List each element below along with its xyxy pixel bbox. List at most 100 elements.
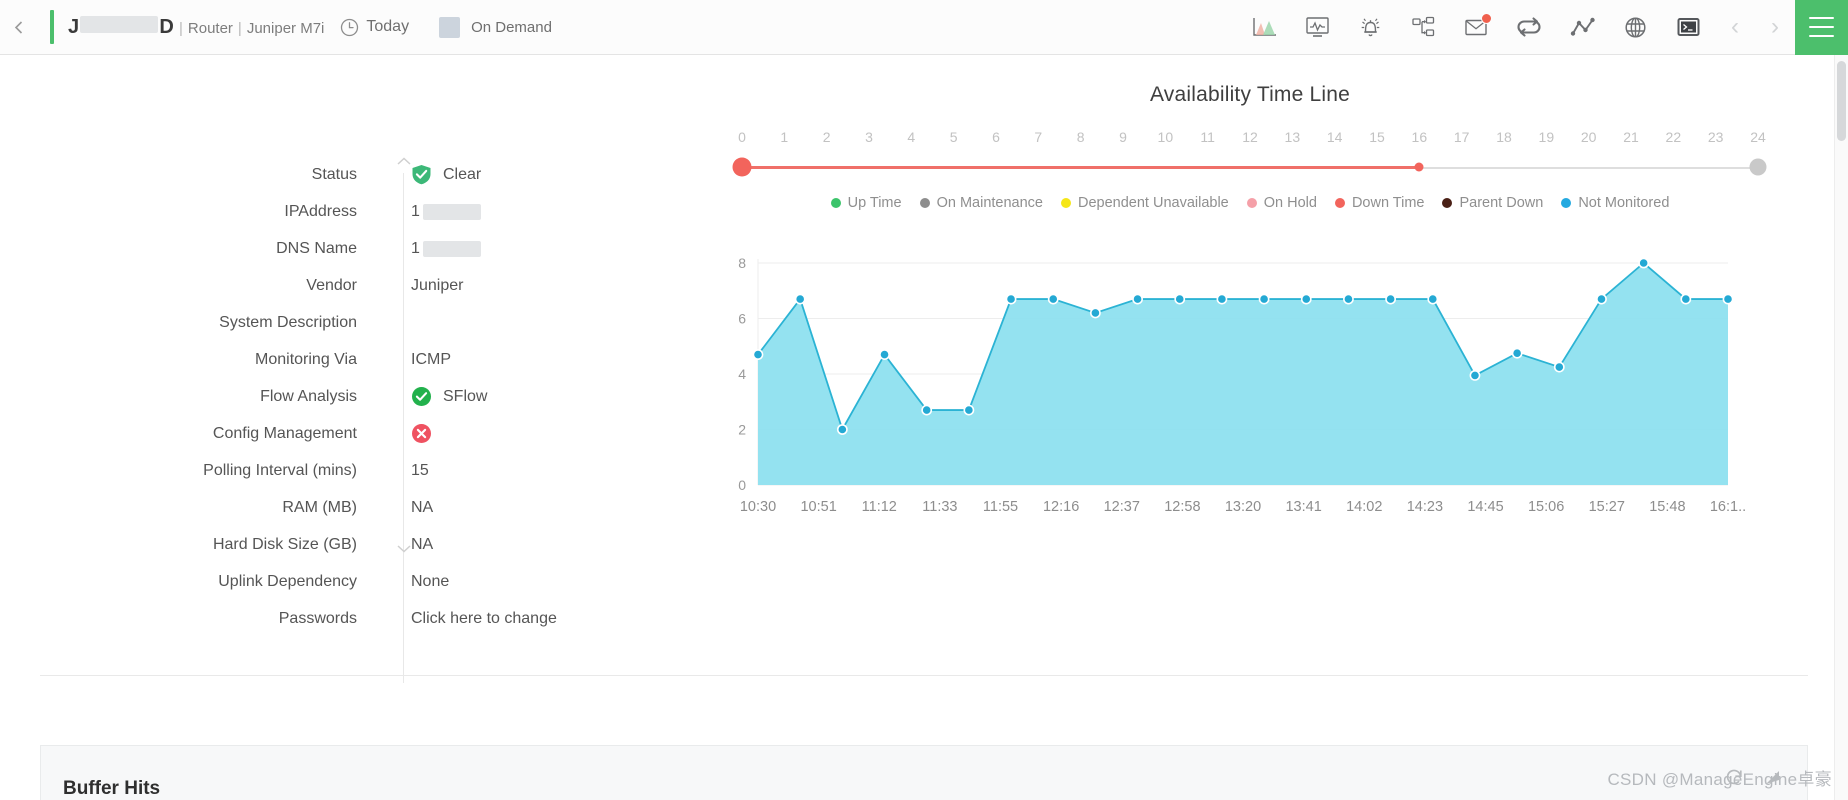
svg-text:0: 0 (738, 477, 746, 493)
availability-title: Availability Time Line (1149, 83, 1351, 106)
detail-value-text: Juniper (411, 276, 464, 294)
detail-label: Vendor (306, 276, 357, 294)
detail-value-text: Clear (443, 165, 482, 183)
svg-text:4: 4 (738, 366, 746, 382)
timeline-marker[interactable] (1749, 158, 1767, 176)
chevron-down-icon[interactable] (393, 543, 415, 557)
loop-arrows-icon[interactable] (1503, 0, 1556, 55)
legend-color-dot (1061, 198, 1071, 208)
area-chart-icon[interactable] (1238, 0, 1291, 55)
detail-value-text: Click here to change (411, 609, 557, 627)
device-name-suffix: D (159, 15, 174, 38)
legend-item[interactable]: Up Time (830, 195, 902, 211)
value-redaction (422, 240, 481, 257)
check-circle-icon (411, 386, 432, 407)
svg-text:15:06: 15:06 (1528, 499, 1564, 515)
value-redaction (422, 203, 481, 220)
legend-item[interactable]: Parent Down (1442, 195, 1543, 211)
timeline-marker[interactable] (1414, 162, 1424, 172)
terminal-icon[interactable] (1662, 0, 1715, 55)
check-shield-icon (411, 164, 432, 185)
detail-label: System Description (219, 313, 357, 331)
detail-value-text: None (411, 572, 450, 590)
detail-row: Status Clear (95, 156, 715, 193)
on-demand-toggle[interactable]: On Demand (439, 16, 552, 38)
svg-text:12:37: 12:37 (1104, 499, 1140, 515)
hour-tick: 14 (1326, 129, 1343, 145)
page-scrollbar-thumb[interactable] (1837, 61, 1846, 141)
mail-icon[interactable] (1450, 0, 1503, 55)
alarm-bell-icon[interactable] (1344, 0, 1397, 55)
on-demand-swatch (439, 16, 461, 38)
detail-label: Flow Analysis (260, 387, 357, 405)
hour-tick: 4 (907, 129, 916, 145)
svg-text:10:30: 10:30 (740, 499, 776, 515)
network-topology-icon[interactable] (1397, 0, 1450, 55)
hour-tick: 1 (780, 129, 789, 145)
legend-label: Not Monitored (1578, 195, 1670, 211)
hour-tick: 21 (1623, 129, 1639, 145)
legend-item[interactable]: Down Time (1334, 195, 1424, 211)
legend-color-dot (1561, 198, 1572, 208)
timeline-marker[interactable] (732, 157, 752, 177)
legend-color-dot (1246, 198, 1257, 208)
collapse-left-icon[interactable] (0, 0, 36, 55)
legend-label: Up Time (847, 195, 902, 211)
svg-text:15:48: 15:48 (1649, 499, 1685, 515)
period-selector[interactable]: Today (340, 18, 409, 37)
availability-chart[interactable]: 0 2 4 6 8 10:30 10:51 11:12 11:33 11:55 12:16 12:37… (720, 245, 1780, 545)
hour-tick: 18 (1496, 129, 1512, 145)
detail-value-text: ICMP (411, 350, 451, 368)
timeline-segment[interactable] (1419, 167, 1758, 169)
svg-text:12:16: 12:16 (1043, 499, 1079, 515)
line-graph-icon[interactable] (1556, 0, 1609, 55)
status-accent-bar (50, 10, 54, 44)
detail-label: Passwords (278, 609, 357, 627)
svg-text:11:12: 11:12 (862, 499, 897, 515)
hour-tick: 9 (1119, 129, 1127, 145)
page-scrollbar[interactable] (1834, 55, 1848, 800)
legend-label: Dependent Unavailable (1078, 195, 1229, 211)
next-page-button[interactable]: › (1755, 0, 1795, 55)
detail-value: SFlow (411, 386, 487, 407)
hour-tick: 15 (1369, 129, 1385, 145)
detail-value: ICMP (411, 351, 451, 369)
detail-label: Config Management (212, 424, 357, 442)
detail-value-text: SFlow (443, 387, 488, 405)
legend-item[interactable]: On Hold (1246, 195, 1317, 211)
legend-item[interactable]: On Maintenance (919, 195, 1043, 211)
detail-value: NA (411, 499, 433, 517)
hour-tick: 6 (992, 129, 1000, 145)
monitor-chart-icon[interactable] (1291, 0, 1344, 55)
timeline-segment[interactable] (742, 166, 1420, 169)
svg-text:13:20: 13:20 (1225, 499, 1261, 515)
device-type: Router (187, 19, 233, 37)
svg-text:13:41: 13:41 (1285, 499, 1321, 515)
hour-tick: 0 (738, 129, 746, 145)
detail-row: Monitoring Via ICMP (95, 341, 715, 378)
prev-page-button[interactable]: ‹ (1715, 0, 1755, 55)
hour-tick: 11 (1200, 129, 1215, 145)
watermark: CSDN @ManageEngine卓豪 (1607, 770, 1832, 789)
detail-value: Juniper (411, 277, 463, 295)
detail-row: Flow Analysis SFlow (95, 378, 715, 415)
availability-area-chart-svg[interactable]: 0 2 4 6 8 10:30 10:51 11:12 11:33 11:55 12:16 12:37… (720, 245, 1780, 545)
detail-value-text: 1 (411, 239, 420, 257)
detail-label: IPAddress (284, 202, 357, 220)
mail-unread-badge (1481, 12, 1492, 24)
hamburger-menu-icon[interactable] (1795, 0, 1848, 55)
breadcrumb-separator-1: | (178, 19, 183, 37)
detail-row: RAM (MB) NA (95, 489, 715, 526)
legend-item[interactable]: Dependent Unavailable (1061, 195, 1229, 211)
cross-circle-icon (411, 423, 432, 444)
legend-color-dot (830, 198, 841, 208)
globe-icon[interactable] (1609, 0, 1662, 55)
detail-value[interactable]: Click here to change (411, 610, 557, 628)
availability-timeline-track[interactable] (732, 155, 1767, 181)
detail-row: Polling Interval (mins) 15 (95, 452, 715, 489)
svg-text:10:51: 10:51 (800, 499, 836, 515)
legend-item[interactable]: Not Monitored (1561, 195, 1669, 211)
overview-row: Status Clear IPAddress 1 DNS Name 1 Vend… (0, 55, 1848, 683)
detail-value-text: NA (411, 498, 434, 516)
detail-row: IPAddress 1 (95, 193, 715, 230)
